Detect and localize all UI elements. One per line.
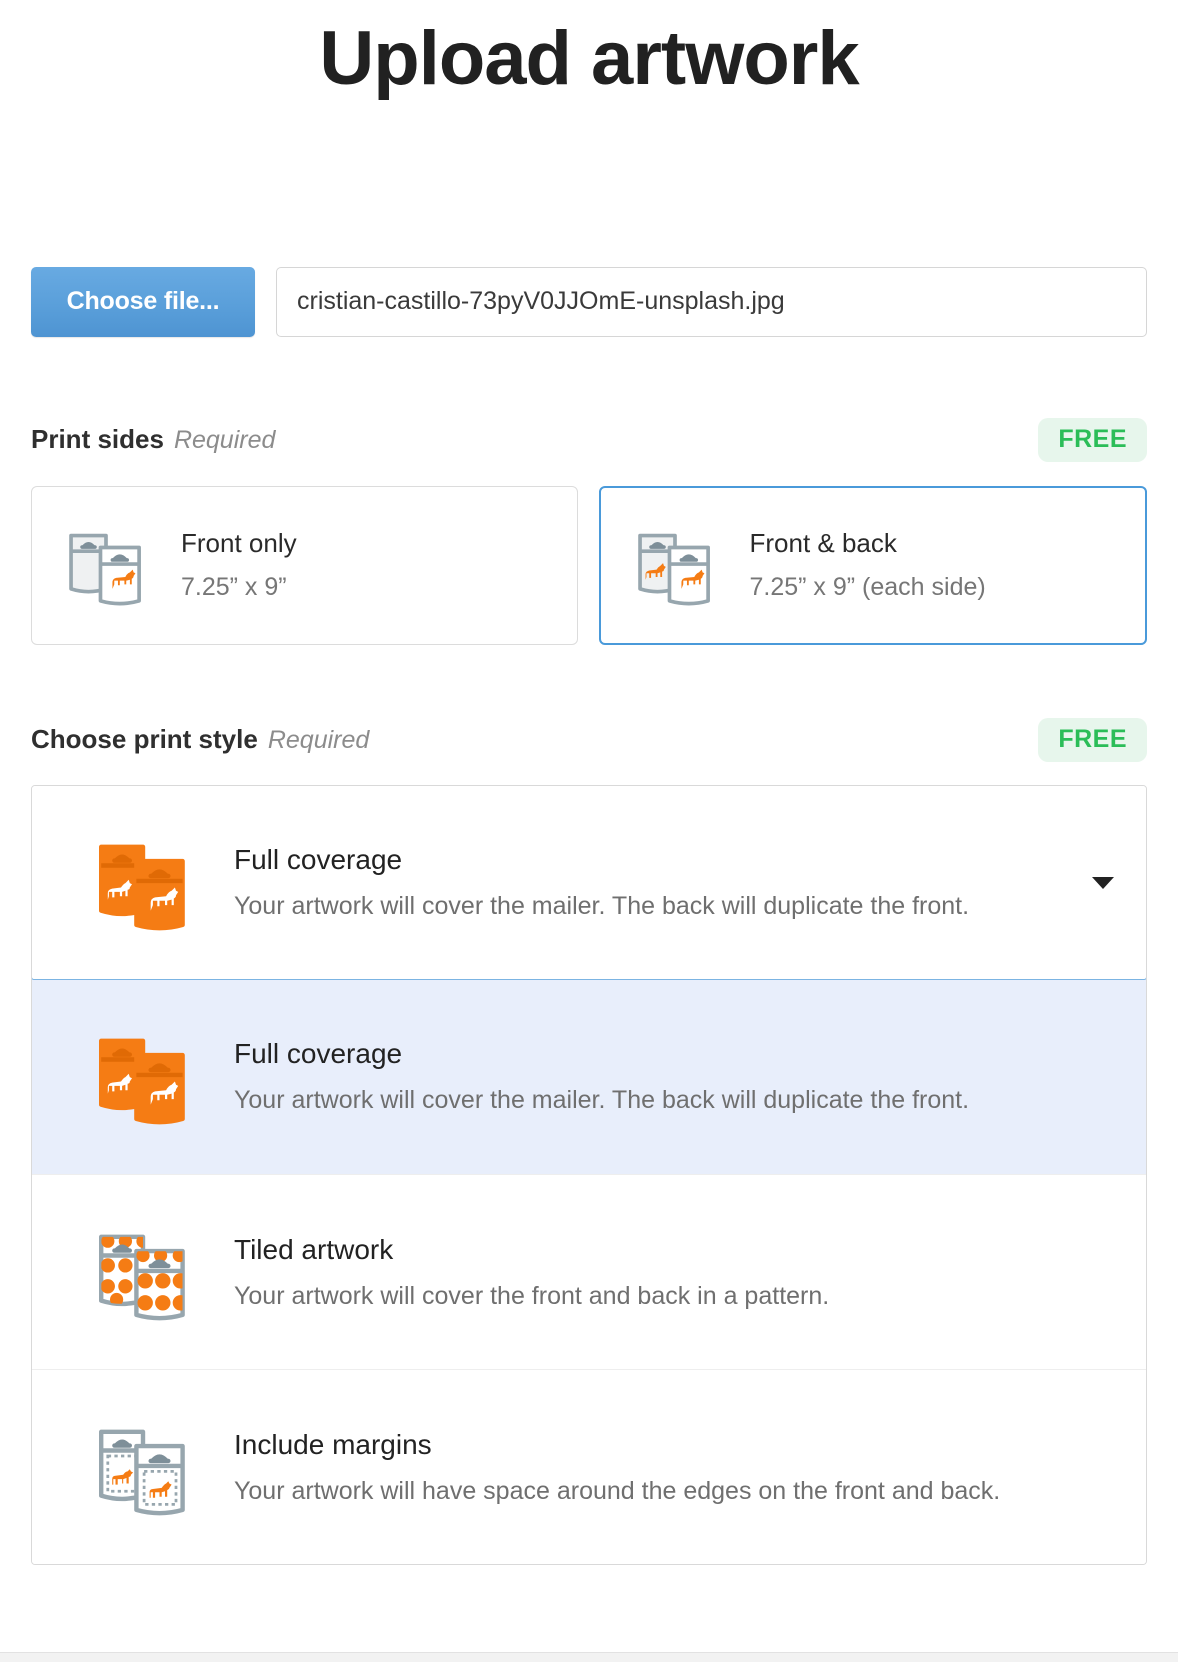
pouch-pair-full-coverage-icon bbox=[88, 827, 198, 937]
print-style-option-include-margins-label: Include margins bbox=[234, 1428, 432, 1460]
print-style-section: Choose print style Required FREE Full co… bbox=[0, 716, 1178, 1565]
print-style-required-label: Required bbox=[267, 726, 370, 755]
print-style-option-tiled-artwork-text: Tiled artwork Your artwork will cover th… bbox=[234, 1232, 829, 1312]
pouch-pair-front-only-icon bbox=[60, 519, 152, 611]
print-side-option-front-only-text: Front only 7.25” x 9” bbox=[181, 527, 297, 604]
pouch-pair-full-coverage-icon bbox=[88, 1021, 198, 1131]
print-style-selected-text: Full coverage Your artwork will cover th… bbox=[234, 842, 969, 922]
print-sides-header: Print sides Required FREE bbox=[31, 416, 1147, 464]
file-name-display[interactable]: cristian-castillo-73pyV0JJOmE-unsplash.j… bbox=[276, 266, 1147, 337]
print-side-option-front-only-size: 7.25” x 9” bbox=[181, 573, 287, 602]
print-style-price-badge: FREE bbox=[1038, 717, 1147, 762]
pouch-pair-margins-icon bbox=[88, 1412, 198, 1522]
print-sides-required-label: Required bbox=[173, 426, 276, 455]
print-side-option-front-and-back-text: Front & back 7.25” x 9” (each side) bbox=[750, 527, 986, 604]
print-style-option-tiled-artwork-description: Your artwork will cover the front and ba… bbox=[234, 1281, 830, 1310]
page-title: Upload artwork bbox=[319, 16, 859, 101]
print-side-option-front-and-back-label: Front & back bbox=[749, 527, 897, 558]
print-sides-price-badge: FREE bbox=[1038, 417, 1147, 462]
print-style-option-include-margins-description: Your artwork will have space around the … bbox=[234, 1476, 1001, 1505]
print-side-option-front-only-label: Front only bbox=[181, 527, 297, 558]
print-style-dropdown: Full coverage Your artwork will cover th… bbox=[31, 784, 1147, 1565]
print-side-option-front-only[interactable]: Front only 7.25” x 9” bbox=[31, 485, 578, 645]
print-sides-options: Front only 7.25” x 9” Front & back 7.25”… bbox=[31, 485, 1147, 645]
print-sides-title: Print sides bbox=[31, 424, 164, 455]
chevron-down-icon[interactable] bbox=[1092, 877, 1114, 890]
print-style-option-include-margins-text: Include margins Your artwork will have s… bbox=[234, 1427, 1000, 1507]
print-style-option-full-coverage[interactable]: Full coverage Your artwork will cover th… bbox=[32, 978, 1146, 1174]
print-sides-header-left: Print sides Required bbox=[31, 424, 275, 455]
print-sides-section: Print sides Required FREE Front only 7.2… bbox=[0, 416, 1178, 645]
upload-artwork-page: Upload artwork Choose file... cristian-c… bbox=[0, 0, 1178, 1662]
pouch-pair-tiled-icon bbox=[88, 1217, 198, 1327]
page-bottom-strip bbox=[0, 1653, 1178, 1662]
print-style-selected-label: Full coverage bbox=[234, 844, 403, 876]
print-style-option-full-coverage-description: Your artwork will cover the mailer. The … bbox=[234, 1086, 970, 1115]
print-style-option-tiled-artwork[interactable]: Tiled artwork Your artwork will cover th… bbox=[32, 1173, 1146, 1369]
print-style-selected-description: Your artwork will cover the mailer. The … bbox=[234, 892, 970, 921]
print-style-option-full-coverage-text: Full coverage Your artwork will cover th… bbox=[234, 1036, 969, 1116]
print-style-header: Choose print style Required FREE bbox=[31, 716, 1147, 764]
print-style-title: Choose print style bbox=[31, 724, 258, 755]
file-upload-row: Choose file... cristian-castillo-73pyV0J… bbox=[0, 266, 1178, 337]
print-side-option-front-and-back[interactable]: Front & back 7.25” x 9” (each side) bbox=[598, 485, 1147, 645]
print-style-selected-value[interactable]: Full coverage Your artwork will cover th… bbox=[32, 785, 1146, 980]
print-style-header-left: Choose print style Required bbox=[31, 724, 369, 755]
choose-file-button[interactable]: Choose file... bbox=[31, 266, 255, 337]
print-style-option-include-margins[interactable]: Include margins Your artwork will have s… bbox=[32, 1368, 1146, 1564]
pouch-pair-front-back-icon bbox=[629, 519, 721, 611]
print-style-option-full-coverage-label: Full coverage bbox=[234, 1038, 403, 1070]
print-style-option-tiled-artwork-label: Tiled artwork bbox=[234, 1233, 394, 1265]
print-side-option-front-and-back-size: 7.25” x 9” (each side) bbox=[749, 573, 986, 602]
